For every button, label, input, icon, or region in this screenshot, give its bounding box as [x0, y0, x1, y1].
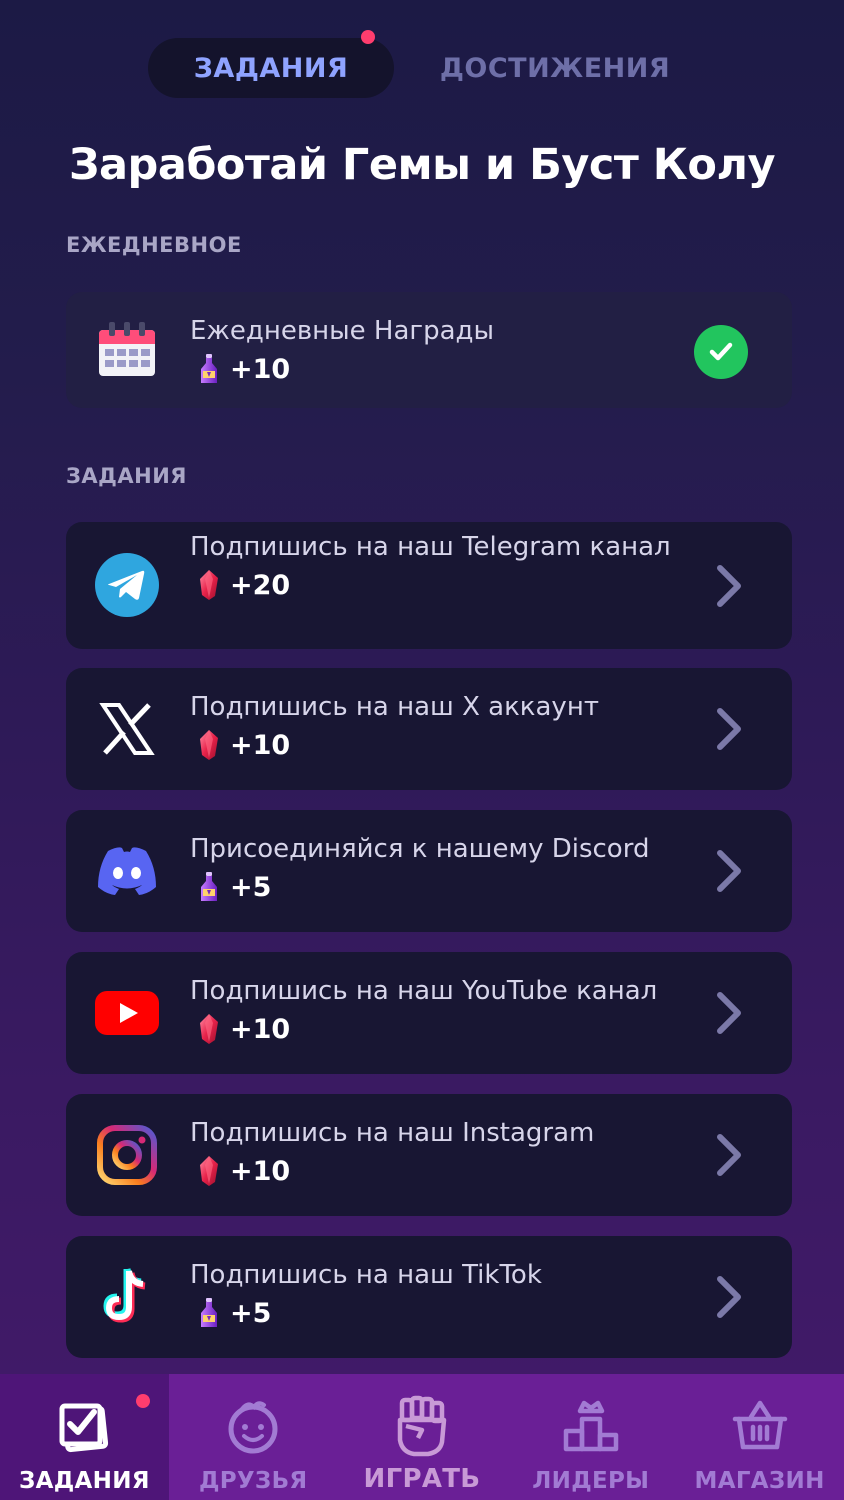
task-title: Подпишись на наш X аккаунт [190, 692, 599, 722]
task-title: Подпишись на наш YouTube канал [190, 976, 658, 1006]
task-text: Подпишись на наш X аккаунт +10 [190, 690, 682, 763]
chevron-right-icon [712, 1131, 744, 1179]
cola-bottle-icon [198, 1297, 220, 1329]
task-telegram[interactable]: Подпишись на наш Telegram канал +20 [66, 522, 792, 649]
podium-icon [556, 1394, 626, 1458]
basket-icon [725, 1394, 795, 1458]
tiktok-icon [94, 1264, 160, 1330]
x-logo-icon [94, 696, 160, 762]
reward-value: +10 [230, 1013, 291, 1045]
tab-tasks-label: ЗАДАНИЯ [193, 52, 349, 84]
task-reward: +20 [190, 567, 682, 603]
daily-rewards-text: Ежедневные Награды +10 [190, 314, 682, 387]
nav-friends[interactable]: ДРУЗЬЯ [169, 1374, 338, 1500]
nav-leaders[interactable]: ЛИДЕРЫ [506, 1374, 675, 1500]
nav-play[interactable]: ИГРАТЬ [338, 1374, 507, 1500]
reward-value: +20 [230, 569, 291, 601]
task-discord[interactable]: Присоединяйся к нашему Discord +5 [66, 810, 792, 932]
reward-value: +10 [230, 353, 291, 385]
instagram-icon [94, 1122, 160, 1188]
task-reward: +10 [190, 727, 682, 763]
nav-label: МАГАЗИН [694, 1468, 825, 1494]
task-instagram[interactable]: Подпишись на наш Instagram +10 [66, 1094, 792, 1216]
task-reward: +10 [190, 1011, 682, 1047]
notification-dot [136, 1394, 150, 1408]
gem-icon [198, 569, 220, 601]
reward-value: +5 [230, 1297, 272, 1329]
task-title: Подпишись на наш TikTok [190, 1260, 542, 1290]
chevron-right-icon [712, 989, 744, 1037]
reward-value: +10 [230, 1155, 291, 1187]
daily-reward: +10 [190, 351, 682, 387]
nav-label: ДРУЗЬЯ [198, 1468, 308, 1494]
daily-rewards-card[interactable]: Ежедневные Награды +10 [66, 292, 792, 408]
task-title: Присоединяйся к нашему Discord [190, 834, 650, 864]
task-youtube[interactable]: Подпишись на наш YouTube канал +10 [66, 952, 792, 1074]
cola-bottle-icon [198, 871, 220, 903]
nav-label: ЛИДЕРЫ [532, 1468, 650, 1494]
tab-achievements-label: ДОСТИЖЕНИЯ [439, 52, 671, 84]
page-title: Заработай Гемы и Буст Колу [68, 140, 776, 190]
task-title: Подпишись на наш Telegram канал [190, 532, 671, 562]
gem-icon [198, 729, 220, 761]
nav-label: ЗАДАНИЯ [19, 1468, 150, 1494]
reward-value: +10 [230, 729, 291, 761]
tab-achievements[interactable]: ДОСТИЖЕНИЯ [420, 38, 690, 98]
gem-icon [198, 1155, 220, 1187]
task-reward: +5 [190, 869, 682, 905]
friends-face-icon [218, 1394, 288, 1458]
check-icon [694, 325, 748, 379]
chevron-right-icon [712, 847, 744, 895]
reward-value: +5 [230, 871, 272, 903]
top-tabs: ЗАДАНИЯ ДОСТИЖЕНИЯ [0, 30, 844, 100]
gem-icon [198, 1013, 220, 1045]
section-label-daily: ЕЖЕДНЕВНОЕ [66, 233, 242, 257]
chevron-right-icon [712, 562, 744, 610]
notification-dot [361, 30, 375, 44]
task-text: Подпишись на наш Instagram +10 [190, 1116, 682, 1189]
task-text: Подпишись на наш Telegram канал +20 [190, 530, 682, 603]
task-x[interactable]: Подпишись на наш X аккаунт +10 [66, 668, 792, 790]
task-text: Присоединяйся к нашему Discord +5 [190, 832, 682, 905]
chevron-right-icon [712, 1273, 744, 1321]
task-title: Подпишись на наш Instagram [190, 1118, 595, 1148]
youtube-icon [94, 980, 160, 1046]
daily-rewards-title: Ежедневные Награды [190, 316, 495, 346]
nav-shop[interactable]: МАГАЗИН [675, 1374, 844, 1500]
fist-icon [387, 1394, 457, 1458]
bottom-nav: ЗАДАНИЯ ДРУЗЬЯ ИГРАТЬ ЛИДЕРЫ МАГАЗИН [0, 1374, 844, 1500]
calendar-icon [94, 317, 160, 383]
cola-bottle-icon [198, 353, 220, 385]
telegram-icon [94, 552, 160, 618]
task-reward: +5 [190, 1295, 682, 1331]
chevron-right-icon [712, 705, 744, 753]
task-text: Подпишись на наш YouTube канал +10 [190, 974, 682, 1047]
task-text: Подпишись на наш TikTok +5 [190, 1258, 682, 1331]
tab-tasks[interactable]: ЗАДАНИЯ [148, 30, 394, 98]
task-reward: +10 [190, 1153, 682, 1189]
discord-icon [94, 838, 160, 904]
nav-tasks[interactable]: ЗАДАНИЯ [0, 1374, 169, 1500]
section-label-tasks: ЗАДАНИЯ [66, 464, 187, 488]
tasks-checkbox-icon [49, 1394, 119, 1458]
task-tiktok[interactable]: Подпишись на наш TikTok +5 [66, 1236, 792, 1358]
nav-label: ИГРАТЬ [363, 1464, 481, 1494]
